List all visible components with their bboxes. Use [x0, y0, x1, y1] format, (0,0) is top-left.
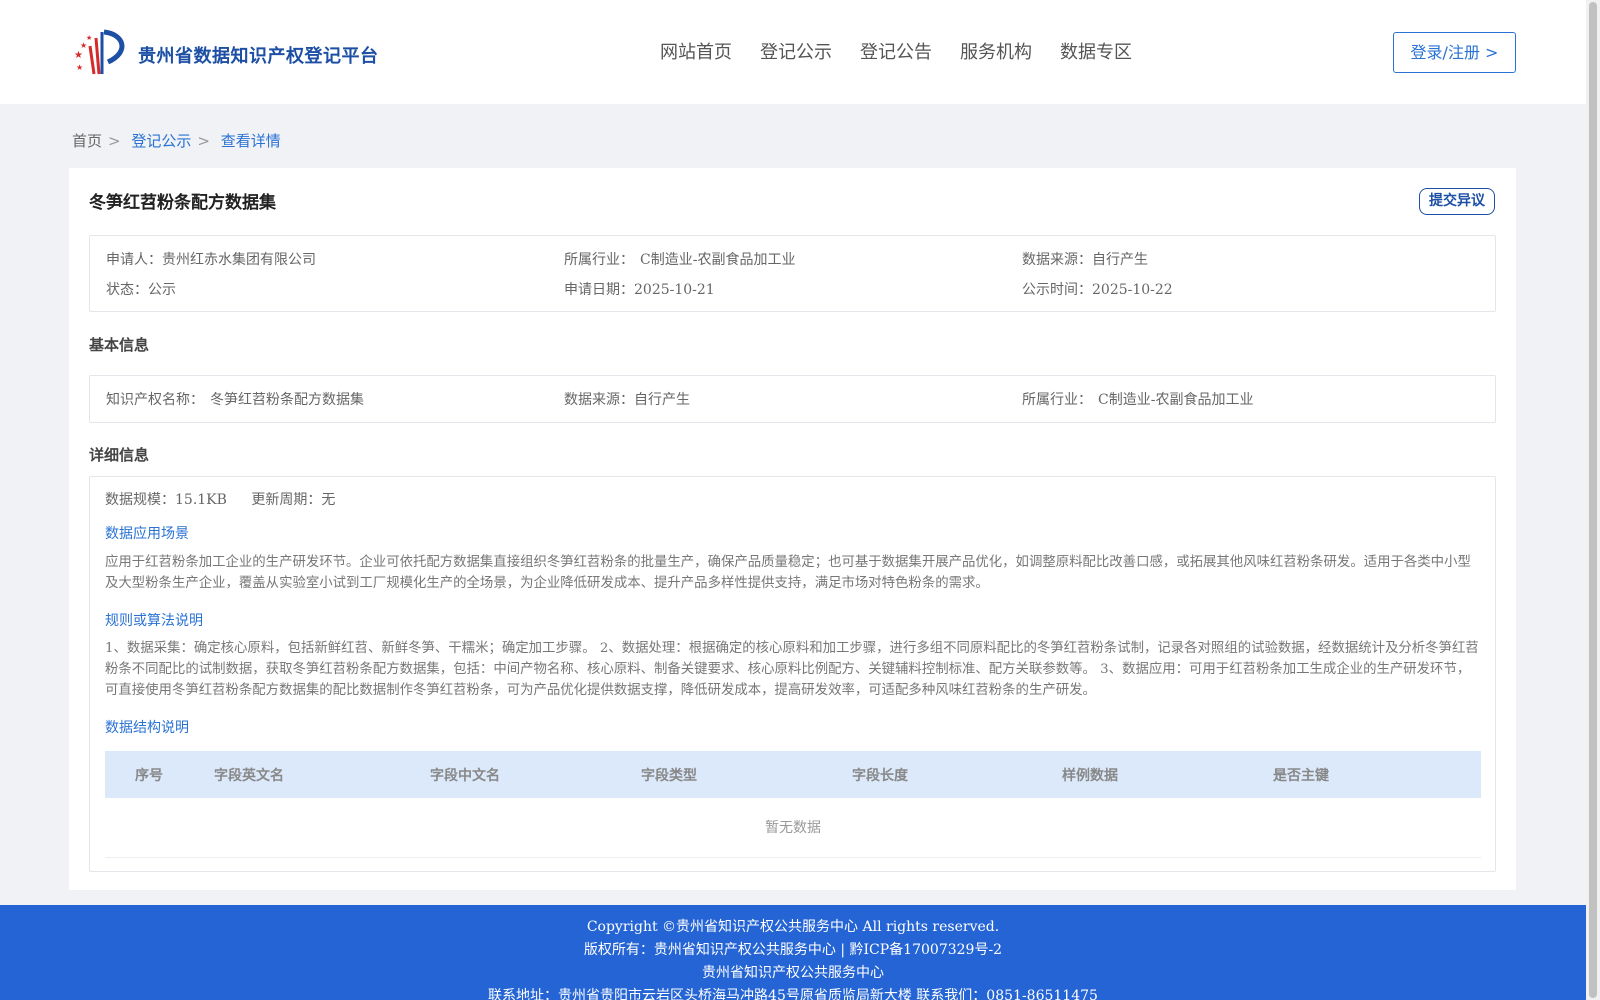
- scenario-subtitle: 数据应用场景: [105, 526, 189, 542]
- ip-name-field: 知识产权名称： 冬笋红苕粉条配方数据集: [106, 389, 364, 409]
- svg-text:★: ★: [86, 34, 92, 42]
- applicant-label: 申请人：: [106, 252, 162, 268]
- top-header: ★ ★ ★ ★ 贵州省数据知识产权登记平台 网站首页 登记公示 登记公告 服务机…: [0, 0, 1586, 104]
- scrollbar-thumb[interactable]: [1589, 2, 1597, 998]
- column-sample: 样例数据: [1062, 768, 1118, 784]
- basic-source-value: 自行产生: [634, 392, 690, 408]
- publish-date-value: 2025-10-22: [1092, 282, 1173, 298]
- page-scrollbar[interactable]: [1586, 0, 1600, 1000]
- login-register-button[interactable]: 登录/注册 >: [1393, 32, 1516, 73]
- basic-industry-label: 所属行业：: [1022, 392, 1092, 408]
- applicant-field: 申请人：贵州红赤水集团有限公司: [106, 249, 316, 269]
- structure-table-header: 序号 字段英文名 字段中文名 字段类型 字段长度 样例数据 是否主键: [105, 751, 1481, 798]
- summary-box: 申请人：贵州红赤水集团有限公司 所属行业： C制造业-农副食品加工业 数据来源：自…: [89, 235, 1496, 312]
- source-label: 数据来源：: [1022, 252, 1092, 268]
- detail-info-heading: 详细信息: [89, 446, 150, 464]
- data-scale-field: 数据规模：15.1KB 更新周期：无: [105, 489, 335, 509]
- footer-copyright: Copyright ©贵州省知识产权公共服务中心 All rights rese…: [586, 919, 1000, 935]
- rule-subtitle: 规则或算法说明: [105, 613, 203, 629]
- svg-text:★: ★: [76, 63, 83, 72]
- apply-date-field: 申请日期：2025-10-21: [564, 279, 715, 299]
- basic-source-field: 数据来源：自行产生: [564, 389, 690, 409]
- apply-date-value: 2025-10-21: [634, 282, 715, 298]
- industry-value: C制造业-农副食品加工业: [640, 252, 796, 268]
- rule-text: 1、数据采集：确定核心原料，包括新鲜红苕、新鲜冬笋、干糯米；确定加工步骤。 2、…: [105, 641, 1479, 698]
- column-type: 字段类型: [641, 768, 697, 784]
- source-field: 数据来源：自行产生: [1022, 249, 1148, 269]
- basic-info-heading: 基本信息: [89, 336, 150, 354]
- breadcrumb-home[interactable]: 首页: [72, 132, 102, 150]
- nav-registration-notice[interactable]: 登记公告: [860, 38, 932, 64]
- column-index: 序号: [135, 768, 163, 784]
- structure-subtitle: 数据结构说明: [105, 720, 189, 736]
- ip-name-label: 知识产权名称：: [106, 392, 204, 408]
- ip-name-value: 冬笋红苕粉条配方数据集: [210, 392, 364, 408]
- status-field: 状态：公示: [106, 279, 176, 299]
- publish-date-field: 公示时间：2025-10-22: [1022, 279, 1173, 299]
- page-footer: Copyright ©贵州省知识产权公共服务中心 All rights rese…: [0, 905, 1586, 1000]
- nav-home[interactable]: 网站首页: [660, 38, 732, 64]
- breadcrumb-current: 查看详情: [220, 132, 281, 150]
- detail-card: 冬笋红苕粉条配方数据集 提交异议 申请人：贵州红赤水集团有限公司 所属行业： C制…: [69, 168, 1516, 890]
- svg-text:★: ★: [80, 41, 87, 50]
- applicant-value: 贵州红赤水集团有限公司: [162, 252, 316, 268]
- column-chinese-name: 字段中文名: [430, 768, 500, 784]
- scenario-text: 应用于红苕粉条加工企业的生产研发环节。企业可依托配方数据集直接组织冬笋红苕粉条的…: [105, 555, 1471, 591]
- column-english-name: 字段英文名: [214, 768, 284, 784]
- svg-text:★: ★: [74, 50, 83, 61]
- source-value: 自行产生: [1092, 252, 1148, 268]
- platform-name[interactable]: 贵州省数据知识产权登记平台: [138, 42, 379, 68]
- industry-field: 所属行业： C制造业-农副食品加工业: [564, 249, 795, 269]
- detail-info-box: 数据规模：15.1KB 更新周期：无 数据应用场景 应用于红苕粉条加工企业的生产…: [89, 476, 1496, 872]
- status-label: 状态：: [106, 282, 148, 298]
- column-length: 字段长度: [852, 768, 908, 784]
- basic-industry-value: C制造业-农副食品加工业: [1098, 392, 1254, 408]
- update-cycle-value: 无: [321, 492, 336, 508]
- update-cycle-label: 更新周期：: [251, 492, 322, 508]
- footer-organization: 贵州省知识产权公共服务中心: [702, 965, 884, 981]
- breadcrumb-separator: >: [197, 132, 210, 150]
- publish-date-label: 公示时间：: [1022, 282, 1092, 298]
- breadcrumb-separator: >: [108, 132, 121, 150]
- basic-source-label: 数据来源：: [564, 392, 634, 408]
- breadcrumb: 首页 > 登记公示 > 查看详情: [72, 130, 287, 151]
- platform-logo-icon: ★ ★ ★ ★: [74, 29, 125, 75]
- dataset-title: 冬笋红苕粉条配方数据集: [89, 193, 276, 213]
- basic-info-box: 知识产权名称： 冬笋红苕粉条配方数据集 数据来源：自行产生 所属行业： C制造业-农…: [89, 375, 1496, 423]
- status-value: 公示: [148, 282, 176, 298]
- data-scale-label: 数据规模：: [105, 492, 175, 508]
- industry-label: 所属行业：: [564, 252, 634, 268]
- basic-industry-field: 所属行业： C制造业-农副食品加工业: [1022, 389, 1253, 409]
- breadcrumb-registration-publicity[interactable]: 登记公示: [131, 132, 191, 150]
- footer-rights: 版权所有：贵州省知识产权公共服务中心 | 黔ICP备17007329号-2: [583, 942, 1003, 958]
- footer-contact: 联系地址：贵州省贵阳市云岩区头桥海马冲路45号原省质监局新大楼 联系我们：085…: [488, 988, 1098, 1000]
- nav-registration-publicity[interactable]: 登记公示: [760, 38, 832, 64]
- nav-service-agencies[interactable]: 服务机构: [960, 38, 1032, 64]
- apply-date-label: 申请日期：: [564, 282, 634, 298]
- column-primary-key: 是否主键: [1273, 768, 1329, 784]
- table-empty-state: 暂无数据: [105, 798, 1481, 858]
- submit-objection-button[interactable]: 提交异议: [1419, 188, 1495, 215]
- data-scale-value: 15.1KB: [175, 492, 227, 508]
- main-nav: 网站首页 登记公示 登记公告 服务机构 数据专区: [660, 38, 1160, 64]
- nav-data-zone[interactable]: 数据专区: [1060, 38, 1132, 64]
